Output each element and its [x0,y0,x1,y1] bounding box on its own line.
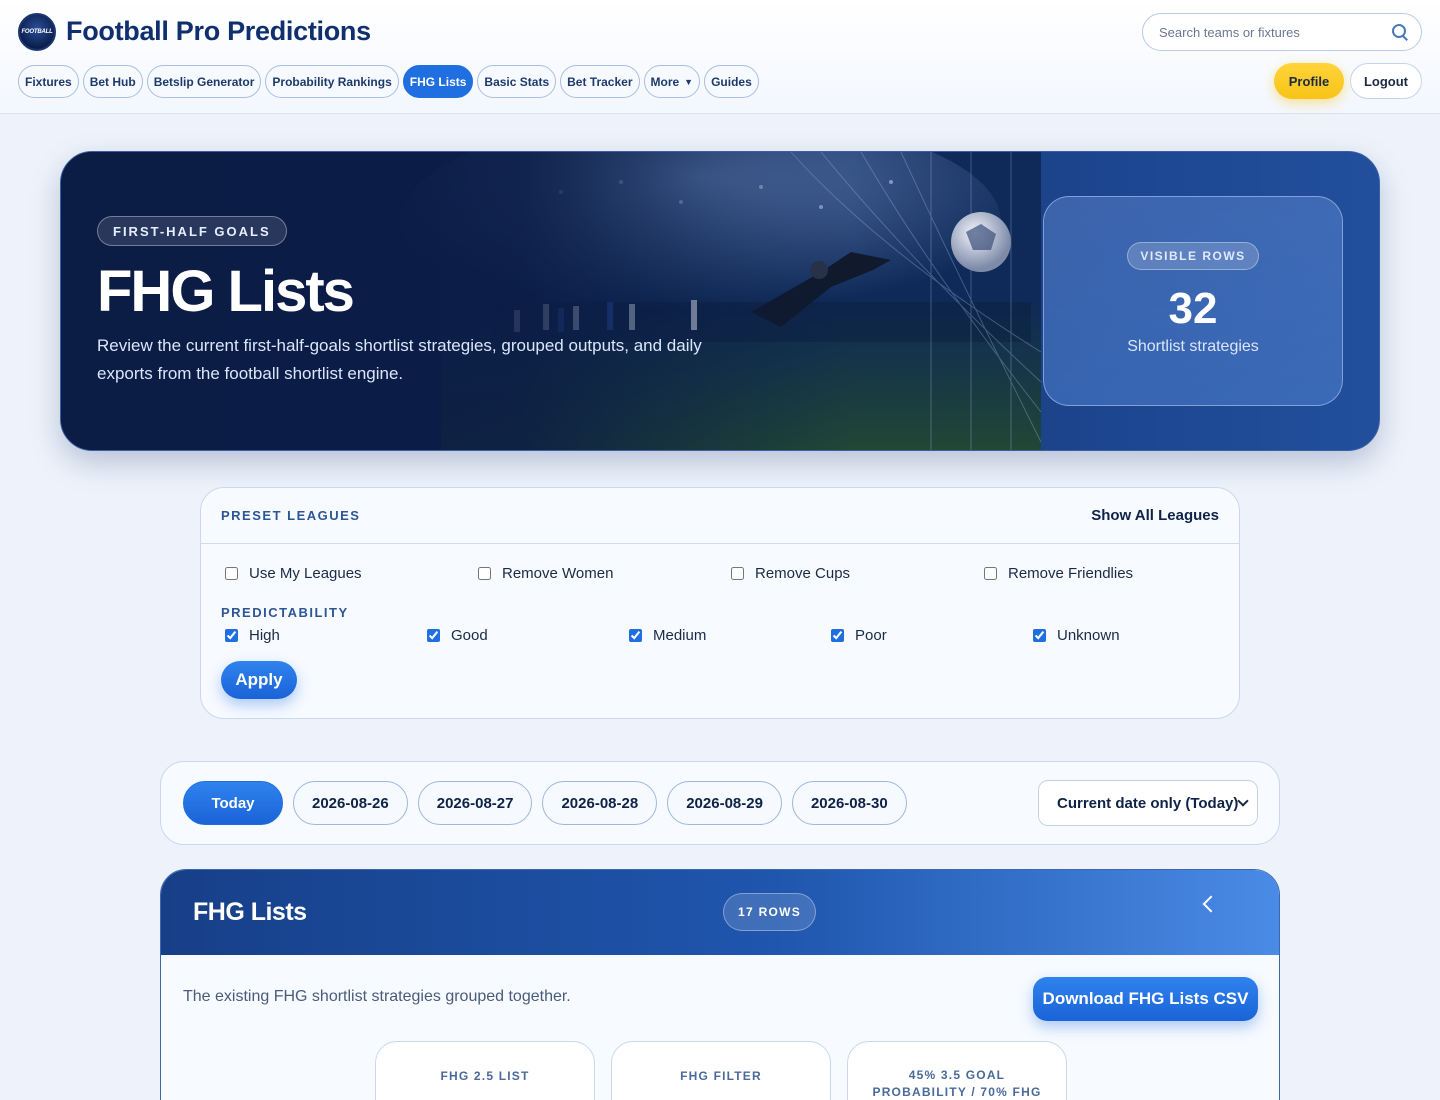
predictability-title: PREDICTABILITY [221,605,349,620]
rows-count-badge: 17 ROWS [723,893,817,931]
nav-guides[interactable]: Guides [704,65,759,98]
strategy-card[interactable]: 45% 3.5 GOAL PROBABILITY / 70% FHG [847,1041,1067,1100]
nav-label: Fixtures [25,74,72,89]
pred-label: Unknown [1057,627,1120,644]
pred-label: Good [451,627,488,644]
filter-remove-friendlies[interactable]: Remove Friendlies [984,565,1133,582]
page-title: FHG Lists [97,259,355,324]
date-tab[interactable]: 2026-08-28 [542,781,658,825]
date-tab[interactable]: 2026-08-29 [667,781,782,825]
nav-fixtures[interactable]: Fixtures [18,65,79,98]
nav-fhg-lists[interactable]: FHG Lists [402,65,474,98]
pred-high-checkbox[interactable] [225,629,238,642]
stat-value: 32 [1168,284,1218,333]
search-box[interactable] [1142,13,1422,51]
chevron-down-icon [1237,795,1249,807]
nav-basic-stats[interactable]: Basic Stats [477,65,557,98]
pred-label: Medium [653,627,707,644]
hero-tag: FIRST-HALF GOALS [97,216,287,246]
date-tabs: Today 2026-08-26 2026-08-27 2026-08-28 2… [183,781,907,825]
nav-probability-rankings[interactable]: Probability Rankings [265,65,399,98]
pred-good[interactable]: Good [427,627,629,644]
preset-leagues-title: PRESET LEAGUES [221,508,361,523]
nav-label: Probability Rankings [272,74,392,89]
nav-bet-hub[interactable]: Bet Hub [82,65,143,98]
remove-friendlies-checkbox[interactable] [984,567,997,580]
pred-medium[interactable]: Medium [629,627,831,644]
stat-badge: VISIBLE ROWS [1127,242,1259,270]
pred-unknown[interactable]: Unknown [1033,627,1120,644]
main-nav: Fixtures Bet Hub Betslip Generator Proba… [18,65,759,98]
hero-description: Review the current first-half-goals shor… [97,336,702,383]
date-tab[interactable]: 2026-08-26 [293,781,408,825]
nav-label: Bet Hub [89,74,136,89]
date-selector-bar: Today 2026-08-26 2026-08-27 2026-08-28 2… [160,761,1280,845]
date-tab[interactable]: 2026-08-30 [791,781,907,825]
filter-use-my-leagues[interactable]: Use My Leagues [225,565,478,582]
nav-label: Basic Stats [484,74,550,89]
strategy-card-title: FHG FILTER [680,1069,762,1083]
logo-text: FOOTBALL [21,29,53,35]
brand-logo[interactable]: FOOTBALL [18,13,56,51]
nav-betslip-generator[interactable]: Betslip Generator [146,65,262,98]
pred-poor[interactable]: Poor [831,627,1033,644]
pred-medium-checkbox[interactable] [629,629,642,642]
filter-remove-women[interactable]: Remove Women [478,565,731,582]
panel-description: The existing FHG shortlist strategies gr… [183,988,571,1005]
fhg-lists-panel: FHG Lists 17 ROWS The existing FHG short… [160,869,1280,1100]
strategy-cards: FHG 2.5 LIST FHG FILTER 45% 3.5 GOAL PRO… [375,1041,1067,1100]
profile-button[interactable]: Profile [1274,63,1344,99]
pred-poor-checkbox[interactable] [831,629,844,642]
date-tab-today[interactable]: Today [183,781,283,825]
search-icon[interactable] [1391,23,1409,41]
remove-cups-checkbox[interactable] [731,567,744,580]
search-input[interactable] [1159,24,1391,40]
show-all-leagues-link[interactable]: Show All Leagues [1091,507,1219,524]
pred-unknown-checkbox[interactable] [1033,629,1046,642]
strategy-card[interactable]: FHG 2.5 LIST [375,1041,595,1100]
nav-label: Betslip Generator [153,74,255,89]
strategy-card-title: 45% 3.5 GOAL PROBABILITY / 70% FHG [872,1068,1042,1099]
panel-title: FHG Lists [193,898,307,926]
top-header: FOOTBALL Football Pro Predictions Fixtur… [0,0,1440,114]
pred-high[interactable]: High [225,627,427,644]
date-range-value: Current date only (Today) [1057,794,1239,812]
download-csv-button[interactable]: Download FHG Lists CSV [1033,977,1258,1021]
use-my-leagues-checkbox[interactable] [225,567,238,580]
pred-label: High [249,627,280,644]
logout-button[interactable]: Logout [1350,63,1422,99]
filter-label: Remove Women [502,565,614,582]
stat-label: Shortlist strategies [1127,338,1259,355]
nav-label: Bet Tracker [567,74,633,89]
date-range-select[interactable]: Current date only (Today) [1038,780,1258,826]
filter-remove-cups[interactable]: Remove Cups [731,565,984,582]
filter-label: Use My Leagues [249,565,362,582]
caret-down-icon: ▼ [684,76,694,87]
pred-good-checkbox[interactable] [427,629,440,642]
preset-leagues-panel: PRESET LEAGUES Show All Leagues Use My L… [200,487,1240,719]
apply-button[interactable]: Apply [221,661,297,699]
nav-more-dropdown[interactable]: More ▼ [643,65,701,98]
pred-label: Poor [855,627,887,644]
nav-label: FHG Lists [409,74,467,89]
filter-label: Remove Friendlies [1008,565,1134,582]
date-tab[interactable]: 2026-08-27 [417,781,533,825]
preset-leagues-header: PRESET LEAGUES Show All Leagues [201,488,1239,544]
strategy-card[interactable]: FHG FILTER [611,1041,831,1100]
nav-label: More [650,74,680,89]
nav-bet-tracker[interactable]: Bet Tracker [560,65,640,98]
brand-name[interactable]: Football Pro Predictions [66,16,371,47]
strategy-card-title: FHG 2.5 LIST [440,1069,530,1083]
visible-rows-card: VISIBLE ROWS 32 Shortlist strategies [1043,196,1343,406]
filter-label: Remove Cups [755,565,851,582]
panel-header: FHG Lists 17 ROWS [161,870,1279,955]
collapse-chevron-icon[interactable] [1202,895,1220,913]
predictability-filters: High Good Medium Poor Unknown [225,627,1120,644]
league-filters: Use My Leagues Remove Women Remove Cups … [225,565,1133,582]
remove-women-checkbox[interactable] [478,567,491,580]
nav-label: Guides [711,74,752,89]
hero-banner: FIRST-HALF GOALS FHG Lists Review the cu… [60,151,1380,451]
